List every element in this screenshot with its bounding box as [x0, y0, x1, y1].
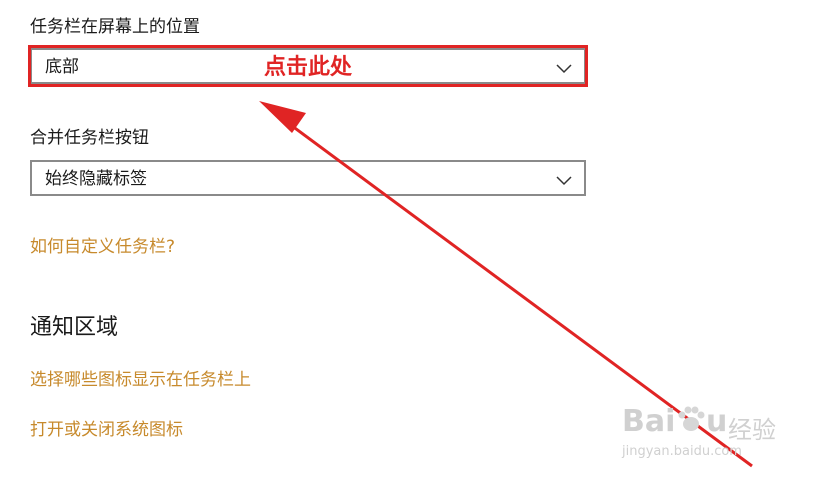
watermark-brand-latin: Bai — [622, 404, 676, 439]
chevron-down-icon — [556, 171, 572, 186]
watermark-brand-suffix: u — [706, 404, 728, 439]
combine-buttons-label: 合并任务栏按钮 — [30, 128, 149, 148]
combine-buttons-dropdown[interactable]: 始终隐藏标签 — [30, 160, 586, 196]
combine-buttons-value: 始终隐藏标签 — [45, 169, 147, 189]
chevron-down-icon — [556, 59, 572, 74]
select-icons-link[interactable]: 选择哪些图标显示在任务栏上 — [30, 369, 251, 391]
notification-area-title: 通知区域 — [30, 315, 119, 340]
baidu-watermark: Bai u 经验 jingyan.baidu.com — [620, 392, 810, 462]
taskbar-position-value: 底部 — [45, 57, 79, 77]
system-icons-link[interactable]: 打开或关闭系统图标 — [30, 419, 183, 441]
watermark-url: jingyan.baidu.com — [622, 444, 742, 459]
watermark-brand-cn: 经验 — [728, 416, 776, 444]
annotation-text: 点击此处 — [264, 55, 353, 80]
taskbar-position-label: 任务栏在屏幕上的位置 — [30, 17, 200, 37]
customize-taskbar-link[interactable]: 如何自定义任务栏? — [30, 236, 175, 258]
paw-icon — [676, 404, 706, 434]
